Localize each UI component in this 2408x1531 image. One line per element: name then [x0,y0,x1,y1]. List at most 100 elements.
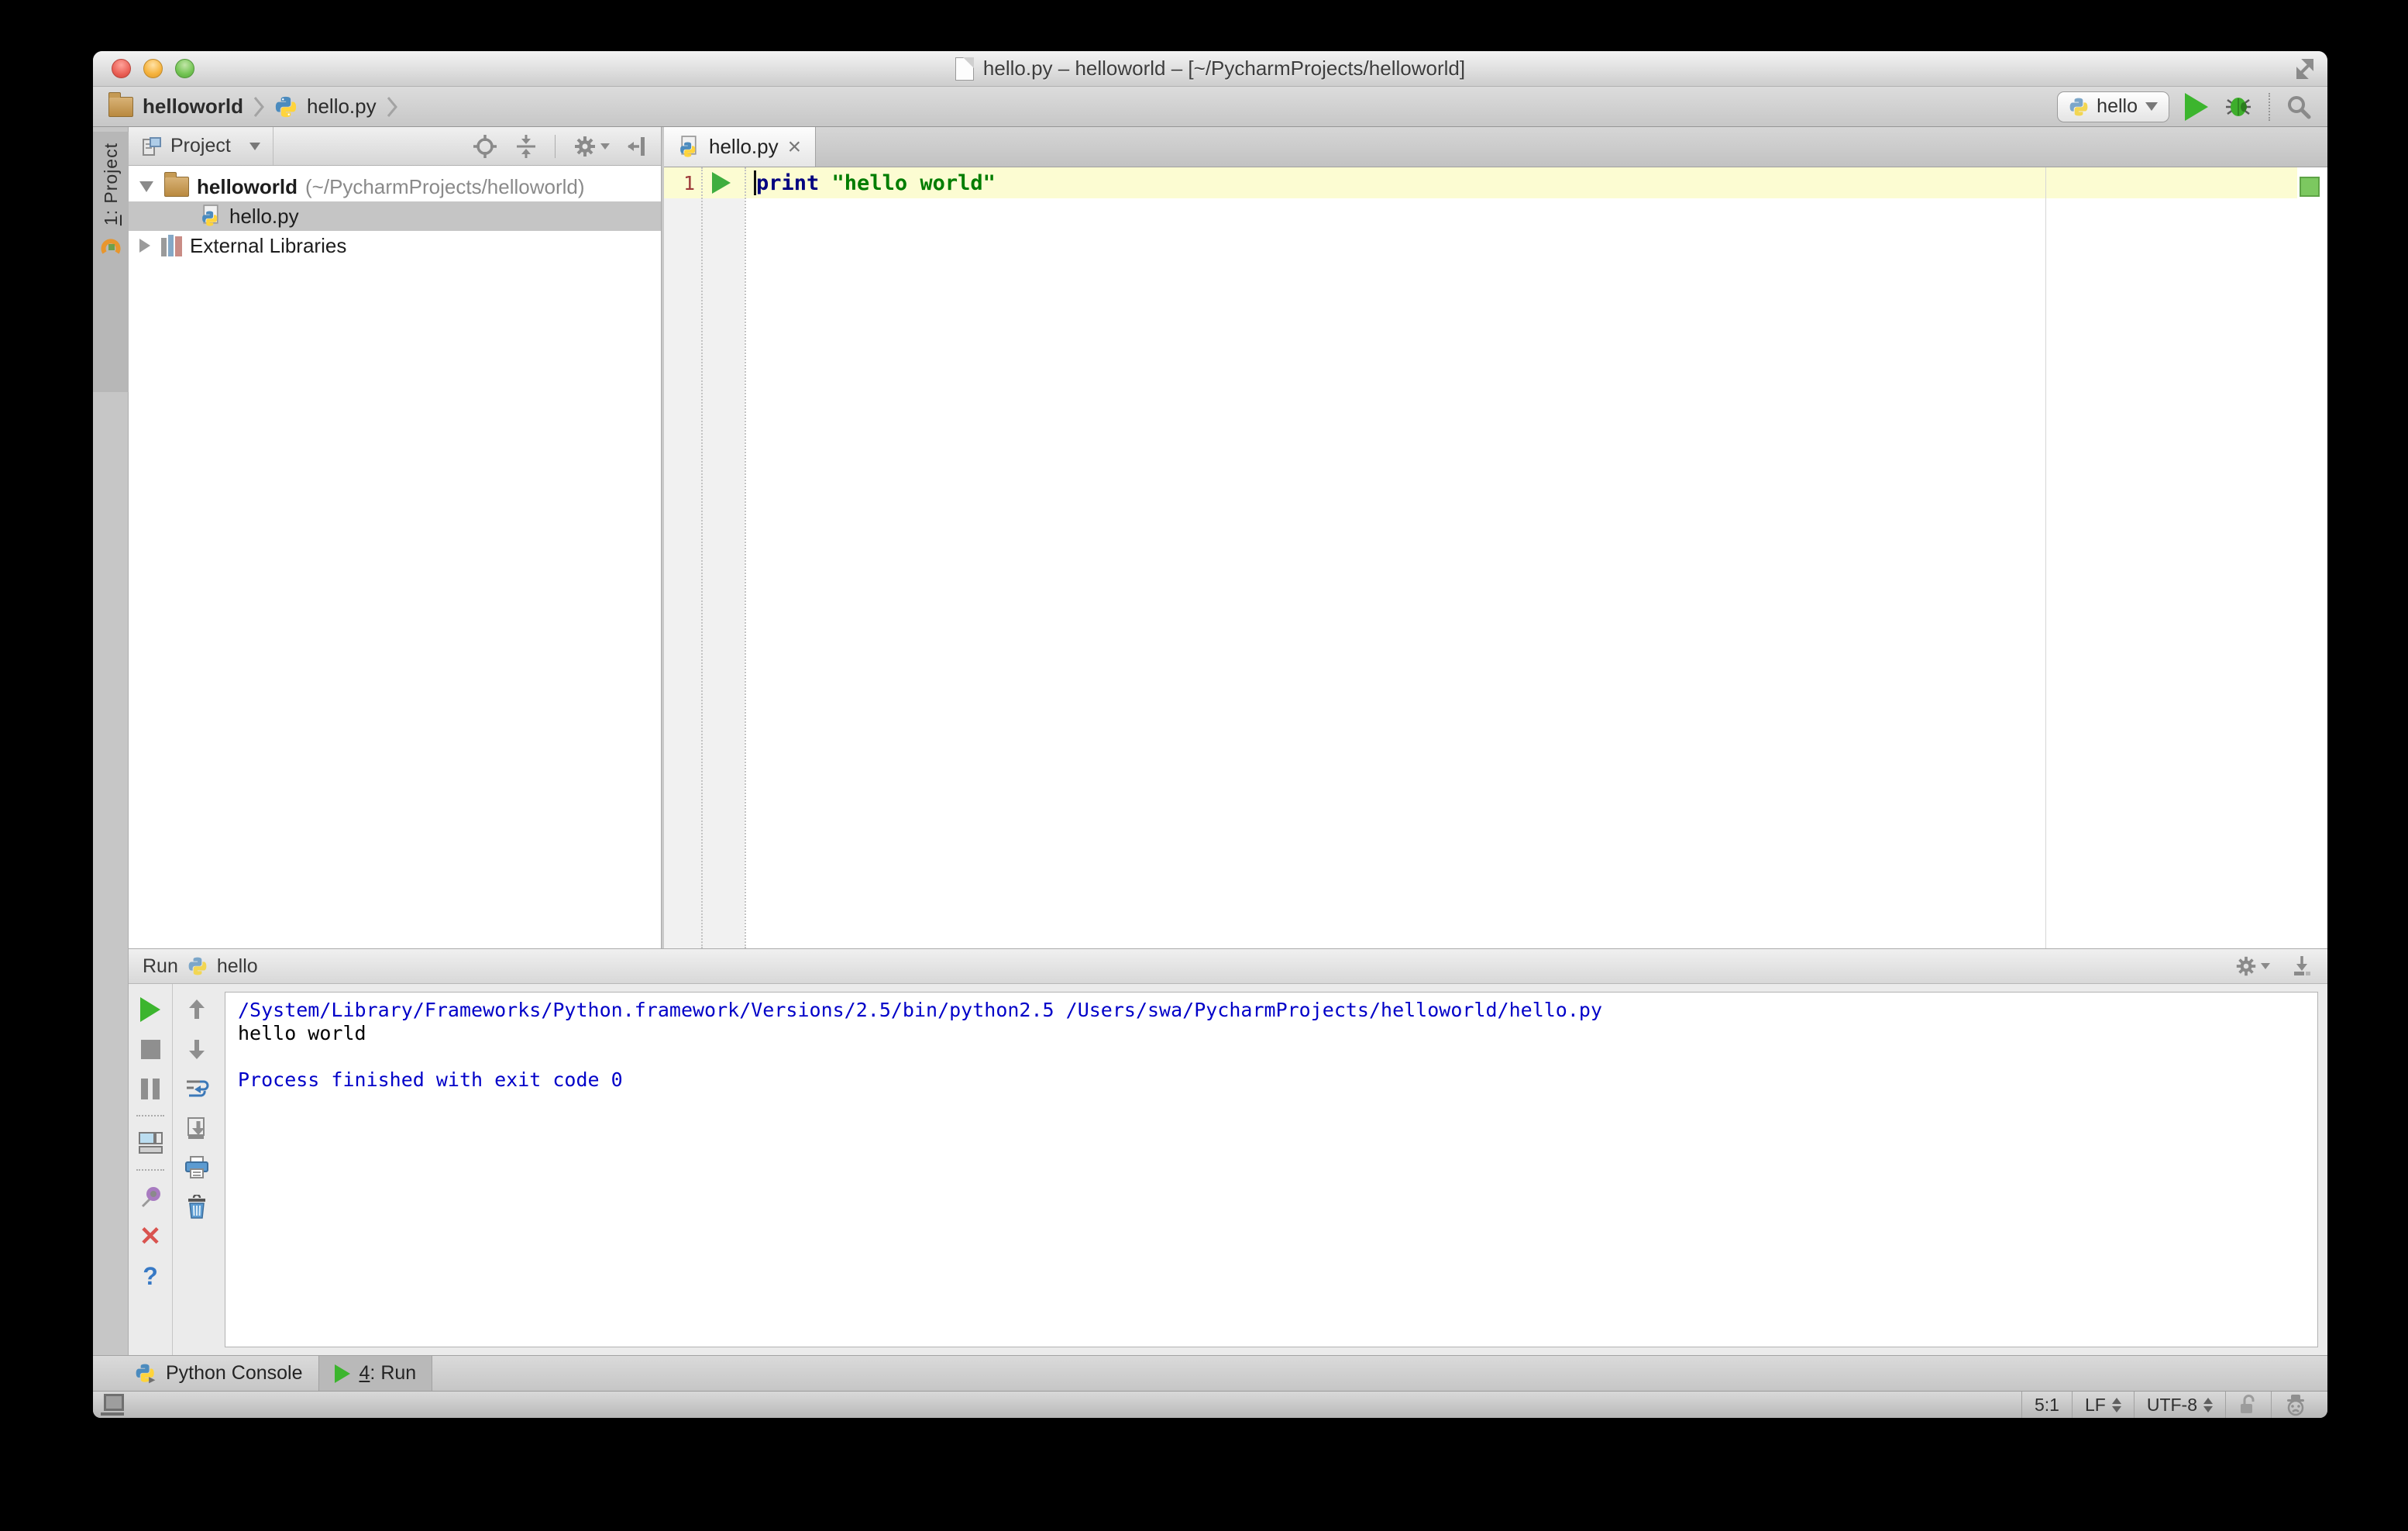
run-tab[interactable]: 4: Run [318,1356,433,1391]
scroll-to-end-button[interactable] [183,1115,211,1141]
breadcrumb: helloworld hello.py [108,91,398,119]
python-console-tab[interactable]: Python Console [119,1356,318,1391]
run-left-toolbar: ✕ ? [129,984,172,1355]
pycharm-project-icon [99,235,122,258]
fullscreen-icon[interactable] [2293,57,2317,81]
run-console-toolbar [172,984,220,1355]
code-text: print "hello world" [756,171,996,195]
code-line-1: 1 print "hello world" [664,167,996,198]
breadcrumb-project[interactable]: helloworld [143,95,243,119]
run-button[interactable] [2185,92,2208,121]
tab-hello-py[interactable]: hello.py × [664,127,817,167]
tool-window-bar: Python Console 4: Run [93,1355,2327,1391]
folder-icon [164,172,189,197]
zoom-window-button[interactable] [175,59,194,78]
desktop-background: hello.py – helloworld – [~/PycharmProjec… [0,0,2408,1531]
window-title-group: hello.py – helloworld – [~/PycharmProjec… [955,57,1465,81]
rerun-button[interactable] [136,996,164,1023]
pin-tab-button[interactable] [136,1184,164,1210]
help-button[interactable]: ? [136,1263,164,1289]
print-button[interactable] [183,1154,211,1181]
editor-tab-bar: hello.py × [664,127,2327,167]
updown-arrows-icon [2203,1397,2213,1412]
close-tab-icon[interactable]: × [788,135,802,159]
updown-arrows-icon [2111,1397,2121,1412]
restore-layout-button[interactable] [136,1130,164,1156]
project-tool-window-label: 1: Project [100,143,121,226]
inspection-status-indicator[interactable] [2300,177,2320,197]
project-panel-header: Project [129,127,661,166]
editor-body[interactable]: 1 print "hello world" [664,167,2327,948]
settings-icon[interactable] [573,134,610,159]
console-line: hello world [238,1022,366,1044]
project-root-name: helloworld [197,174,298,198]
down-stack-trace-button[interactable] [183,1036,211,1062]
run-panel-body: ✕ ? /System/Library/Frameworks/Python.fr… [129,984,2327,1355]
libraries-label: External Libraries [190,233,347,257]
encoding-widget[interactable]: UTF-8 [2133,1392,2225,1418]
gutter-separator [701,167,703,948]
window-title: hello.py – helloworld – [~/PycharmProjec… [982,57,1466,80]
toolbar-separator [555,134,556,158]
run-gutter-icon[interactable] [712,172,731,194]
soft-wrap-button[interactable] [183,1075,211,1102]
collapsed-arrow-icon[interactable] [139,239,150,253]
lock-icon[interactable] [2225,1392,2271,1418]
pause-button[interactable] [136,1075,164,1102]
project-tree: helloworld (~/PycharmProjects/helloworld… [129,166,661,260]
console-output[interactable]: /System/Library/Frameworks/Python.framew… [225,992,2318,1347]
hide-panel-icon[interactable] [2290,955,2313,978]
run-panel-header: Run hello [129,948,2327,984]
document-icon [955,57,974,81]
python-console-icon [135,1363,157,1385]
chevron-right-icon [387,96,397,117]
search-icon[interactable] [2286,94,2312,120]
minimize-window-button[interactable] [143,59,163,78]
python-file-icon [200,205,222,228]
close-window-button[interactable] [112,59,131,78]
window-controls [112,59,194,78]
main-toolbar: hello [2057,91,2312,122]
hide-panel-icon[interactable] [627,134,648,159]
python-icon [2069,97,2089,117]
toolbar-separator [136,1169,164,1171]
caret-position-widget[interactable]: 5:1 [2021,1392,2072,1418]
project-view-selector[interactable]: Project [129,127,273,165]
chevron-down-icon [249,142,260,150]
console-line: Process finished with exit code 0 [238,1068,623,1091]
toolbar-separator [136,1115,164,1116]
editor-area: hello.py × 1 print "hello world" [664,127,2327,948]
python-icon [187,956,208,976]
close-panel-button[interactable]: ✕ [136,1223,164,1250]
navigation-bar: helloworld hello.py hello [93,87,2327,127]
chevron-down-icon [600,143,610,150]
file-name: hello.py [229,204,299,228]
project-view-label: Project [170,135,231,157]
code-keyword: print [756,170,820,195]
collapse-all-icon[interactable] [514,134,538,159]
tree-row-external-libraries[interactable]: External Libraries [129,231,661,260]
chevron-down-icon [2261,963,2270,969]
run-configuration-select[interactable]: hello [2057,91,2169,122]
tree-row-hello-py[interactable]: hello.py [129,201,661,231]
stop-button[interactable] [136,1036,164,1062]
up-stack-trace-button[interactable] [183,996,211,1023]
gutter-separator [745,167,746,948]
tool-window-stripe: 1: Project [93,127,129,1355]
line-number: 1 [683,171,695,194]
title-bar[interactable]: hello.py – helloworld – [~/PycharmProjec… [93,51,2327,87]
project-tool-window-button[interactable]: 1: Project [93,132,129,392]
chevron-right-icon [253,96,264,117]
expanded-arrow-icon[interactable] [139,181,153,192]
toolbar-separator [2269,92,2270,121]
clear-all-button[interactable] [183,1194,211,1220]
breadcrumb-file[interactable]: hello.py [307,95,377,119]
tree-row-project-root[interactable]: helloworld (~/PycharmProjects/helloworld… [129,172,661,201]
python-console-label: Python Console [166,1362,303,1384]
inspection-profile-icon[interactable] [2271,1392,2320,1418]
line-ending-widget[interactable]: LF [2071,1392,2134,1418]
toolwindow-toggle-icon[interactable] [101,1394,124,1416]
locate-file-icon[interactable] [473,134,497,159]
settings-icon[interactable] [2234,955,2270,978]
debug-button[interactable] [2224,94,2253,120]
